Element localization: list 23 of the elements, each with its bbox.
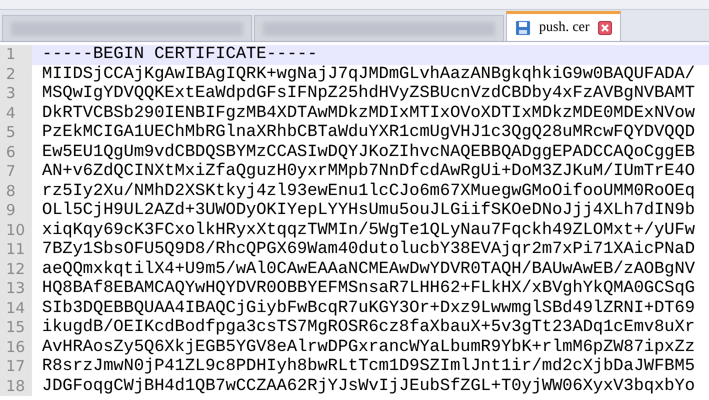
line-number: 4 (0, 104, 32, 123)
line-number: 13 (0, 279, 32, 298)
line-number: 18 (0, 376, 32, 396)
line-number: 16 (0, 338, 32, 357)
line-number: 9 (0, 201, 32, 220)
line-number: 3 (0, 84, 32, 104)
line-number: 15 (0, 318, 32, 338)
blurred-tab[interactable] (254, 15, 504, 41)
line-number: 6 (0, 142, 32, 162)
tab-label: push. cer (539, 19, 590, 37)
line-number: 7 (0, 162, 32, 182)
blurred-tab[interactable] (2, 15, 252, 41)
close-icon[interactable] (598, 20, 612, 34)
line-number: 14 (0, 298, 32, 318)
line-number: 10 (0, 220, 32, 240)
line-number: 12 (0, 260, 32, 279)
line-number: 1 (0, 45, 32, 64)
line-number: 2 (0, 64, 32, 84)
line-number: 5 (0, 123, 32, 142)
file-tab[interactable]: push. cer (506, 11, 621, 41)
line-number: 11 (0, 240, 32, 260)
line-number: 17 (0, 357, 32, 376)
line-number: 8 (0, 182, 32, 201)
